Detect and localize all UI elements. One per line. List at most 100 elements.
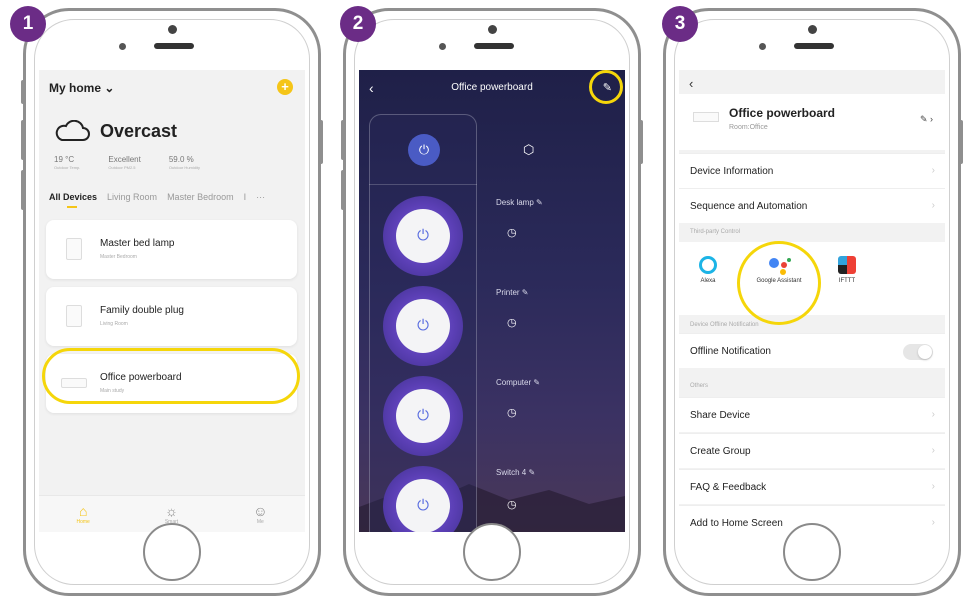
phone-3-sensor	[759, 43, 766, 50]
chevron-right-icon: ›	[931, 481, 935, 492]
nav-home[interactable]: ⌂ Home	[77, 503, 90, 525]
socket-power-button[interactable]: ⏻	[383, 376, 463, 456]
row-share-device[interactable]: Share Device ›	[679, 397, 945, 432]
tab-all-devices[interactable]: All Devices	[49, 192, 97, 202]
device-room: Room:Office	[729, 124, 768, 131]
active-tab-indicator	[67, 206, 77, 208]
row-faq-feedback[interactable]: FAQ & Feedback ›	[679, 469, 945, 504]
row-device-information[interactable]: Device Information ›	[679, 153, 945, 188]
weather-row: Overcast	[54, 120, 177, 142]
home-selector[interactable]: My home ⌄	[49, 81, 114, 95]
power-icon: ⏻	[396, 299, 450, 353]
edit-icon[interactable]: ✎	[536, 198, 543, 207]
step-badge-3: 3	[662, 6, 698, 42]
phone-1-home-button[interactable]	[143, 523, 201, 581]
timer-icon[interactable]: ◷	[507, 316, 517, 329]
home-label: My home	[49, 81, 102, 95]
nav-smart[interactable]: ☼ Smart	[165, 503, 178, 525]
sun-icon: ☼	[165, 503, 178, 519]
socket-label[interactable]: Printer ✎	[496, 288, 529, 297]
chevron-right-icon: ›	[931, 517, 935, 528]
row-label: Share Device	[690, 410, 751, 421]
stat-humidity: 59.0 % Outdoor Humidity	[169, 155, 200, 170]
timer-icon[interactable]: ◷	[507, 226, 517, 239]
chevron-right-icon: ›	[931, 445, 935, 456]
third-party-label: Alexa	[700, 278, 716, 284]
room-tabs: All Devices Living Room Master Bedroom I…	[49, 192, 265, 202]
device-header[interactable]: Office powerboard Room:Office ✎ ›	[679, 94, 945, 150]
chevron-right-icon: ›	[931, 409, 935, 420]
master-power-button[interactable]: ⏻	[408, 134, 440, 166]
screen-home-devices: My home ⌄ + Overcast 19 °C Outdoor Temp.…	[39, 70, 305, 532]
socket-power-button[interactable]: ⏻	[383, 196, 463, 276]
stat-value: 59.0 %	[168, 155, 194, 164]
edit-icon[interactable]: ✎ ›	[920, 114, 933, 125]
phone-2-camera	[488, 25, 497, 34]
timer-icon[interactable]: ◷	[507, 406, 517, 419]
tab-truncated[interactable]: I	[244, 192, 247, 202]
stat-label: Outdoor Temp.	[54, 165, 81, 170]
screen-device-settings: ‹ Office powerboard Room:Office ✎ › Devi…	[679, 70, 945, 532]
socket-label[interactable]: Desk lamp ✎	[496, 198, 543, 207]
weather-condition: Overcast	[100, 120, 178, 141]
chevron-right-icon: ›	[931, 165, 935, 176]
row-sequence-automation[interactable]: Sequence and Automation ›	[679, 188, 945, 223]
phone-1: My home ⌄ + Overcast 19 °C Outdoor Temp.…	[23, 8, 321, 596]
more-tabs-icon[interactable]: ···	[256, 192, 265, 202]
back-button[interactable]: ‹	[689, 76, 693, 91]
highlight-ring	[737, 241, 821, 325]
plug-thumbnail-icon	[66, 238, 82, 260]
device-room: Living Room	[100, 321, 128, 327]
device-card[interactable]: Master bed lamp Master Bedroom	[46, 220, 297, 279]
edit-icon[interactable]: ✎	[533, 378, 540, 387]
nav-me[interactable]: ☺ Me	[253, 503, 267, 525]
nav-label: Me	[256, 519, 264, 525]
stat-value: 19 °C	[54, 155, 75, 164]
power-icon: ⏻	[396, 479, 450, 532]
instruction-figure: 1 My home ⌄ + Overcast 19 °C Outdoor Tem…	[0, 0, 964, 599]
strip-divider	[369, 184, 477, 185]
socket-name: Switch 4	[496, 468, 527, 477]
offline-notification-toggle[interactable]	[903, 344, 933, 360]
phone-3-home-button[interactable]	[783, 523, 841, 581]
socket-name: Printer	[496, 288, 520, 297]
tab-master-bedroom[interactable]: Master Bedroom	[167, 192, 234, 202]
socket-power-button[interactable]: ⏻	[383, 286, 463, 366]
socket-name: Desk lamp	[496, 198, 534, 207]
device-name: Office powerboard	[729, 106, 836, 120]
tab-living-room[interactable]: Living Room	[107, 192, 157, 202]
timer-icon[interactable]: ◷	[507, 498, 517, 511]
device-name: Family double plug	[100, 305, 184, 316]
row-create-group[interactable]: Create Group ›	[679, 433, 945, 468]
row-label: Create Group	[690, 446, 751, 457]
stat-value: Excellent	[108, 155, 141, 164]
phone-3-speaker	[794, 43, 834, 49]
edit-icon[interactable]: ✎	[522, 288, 529, 297]
powerboard-thumbnail-icon	[693, 112, 719, 122]
device-card[interactable]: Family double plug Living Room	[46, 287, 297, 346]
phone-2-home-button[interactable]	[463, 523, 521, 581]
add-device-button[interactable]: +	[277, 79, 293, 95]
highlight-ring	[589, 70, 623, 104]
third-party-ifttt[interactable]: IFTTT	[822, 256, 872, 285]
home-icon: ⌂	[78, 503, 88, 519]
page-title: Office powerboard	[451, 82, 533, 93]
cube-icon[interactable]: ⬡	[523, 142, 534, 158]
power-icon: ⏻	[396, 209, 450, 263]
cloud-icon	[55, 120, 90, 141]
third-party-label: IFTTT	[838, 278, 856, 284]
stat-temp: 19 °C Outdoor Temp.	[54, 155, 80, 170]
screen-powerboard-control: ‹ Office powerboard ✎ ⏻ ⬡ ⏻ ⏻ ⏻ ⏻ Desk l…	[359, 70, 625, 532]
plug-thumbnail-icon	[66, 305, 82, 327]
row-label: Device Information	[690, 166, 774, 177]
socket-label[interactable]: Switch 4 ✎	[496, 468, 535, 477]
profile-icon: ☺	[253, 503, 268, 519]
phone-1-speaker	[154, 43, 194, 49]
edit-icon[interactable]: ✎	[528, 468, 535, 477]
row-label: Offline Notification	[690, 346, 771, 357]
step-badge-2: 2	[340, 6, 376, 42]
socket-label[interactable]: Computer ✎	[496, 378, 540, 387]
stat-label: Outdoor PM2.5	[108, 165, 136, 170]
third-party-alexa[interactable]: Alexa	[683, 256, 733, 285]
stat-label: Outdoor Humidity	[168, 165, 200, 170]
